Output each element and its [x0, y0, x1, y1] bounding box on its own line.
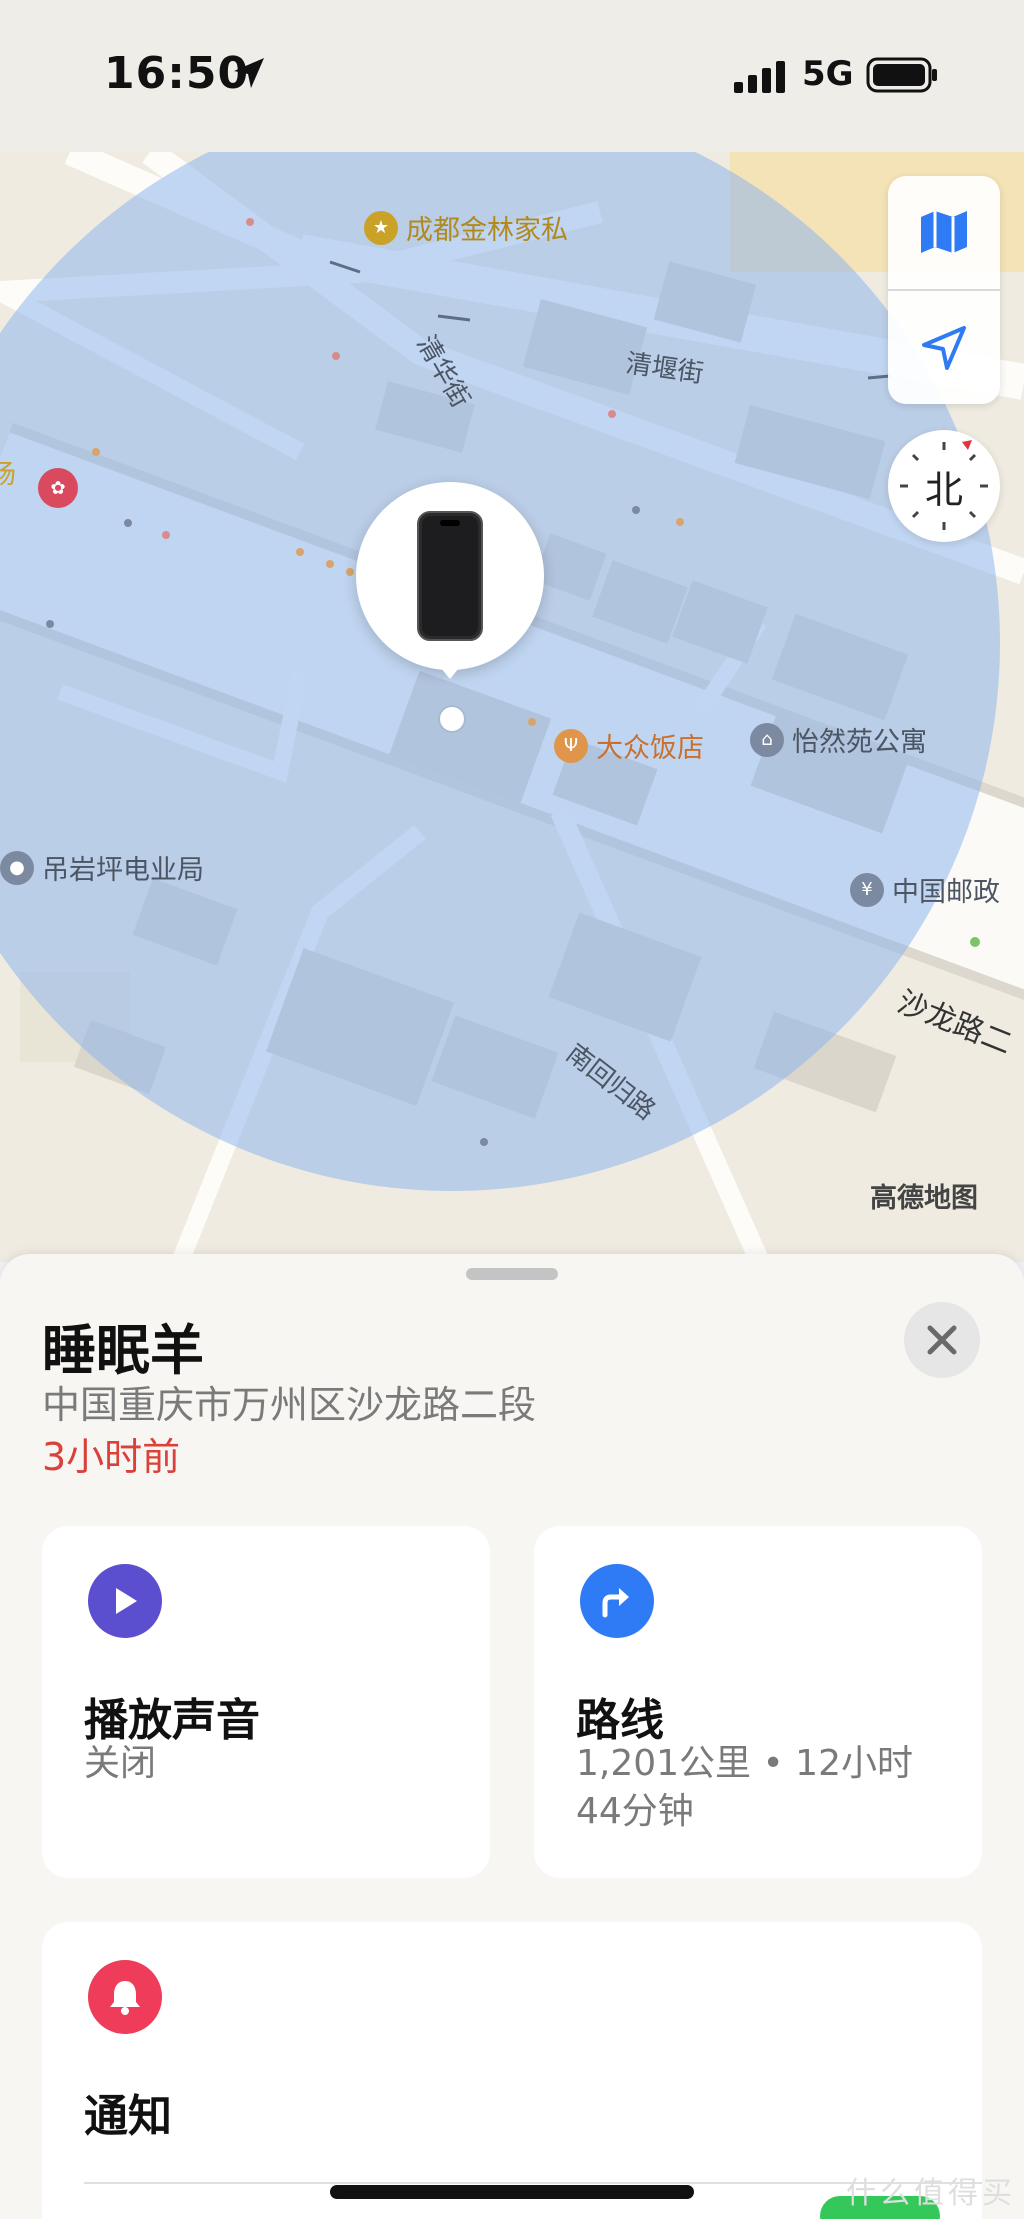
home-indicator[interactable]	[330, 2185, 694, 2199]
poi-label: 吊岩坪电业局	[42, 855, 204, 886]
map-credit: 高德地图	[870, 1183, 978, 1214]
close-button[interactable]	[904, 1302, 980, 1378]
unicom-icon: ✿	[38, 468, 78, 508]
status-time: 16:50	[104, 48, 250, 99]
play-sound-title: 播放声音	[84, 1695, 260, 1746]
locate-arrow-icon	[922, 326, 966, 370]
directions-title: 路线	[576, 1695, 664, 1746]
map-view[interactable]: 清华街 清堰街 南回归路 沙龙路二 场 ★ 成都金林家私 Ψ 大众饭店 ⌂ 怡然…	[0, 152, 1024, 1262]
last-seen-time: 3小时前	[42, 1435, 181, 1479]
pin-tail	[432, 657, 468, 679]
map-background	[0, 152, 1024, 1262]
device-sheet: 睡眠羊 中国重庆市万州区沙龙路二段 3小时前 播放声音 关闭 路线 1,201公…	[0, 1254, 1024, 2219]
signal-bars-icon	[734, 61, 785, 93]
sheet-grabber[interactable]	[466, 1268, 558, 1280]
poi-yiranyuan-apartment[interactable]: ⌂ 怡然苑公寓	[750, 720, 927, 759]
edge-label: 场	[0, 460, 17, 490]
poi-label: 成都金林家私	[406, 215, 568, 246]
map-controls	[888, 176, 1000, 404]
play-icon	[116, 1588, 137, 1614]
status-bar: 16:50 5G	[0, 0, 1024, 152]
poi-label: 怡然苑公寓	[792, 727, 927, 758]
poi-label: 大众饭店	[596, 733, 704, 764]
poi-dazhong-restaurant[interactable]: Ψ 大众饭店	[554, 726, 704, 765]
notifications-card[interactable]: 通知	[42, 1922, 982, 2219]
map-mode-icon	[921, 211, 967, 253]
poi-china-post[interactable]: ¥ 中国邮政	[850, 870, 1000, 909]
iphone-icon	[417, 511, 483, 641]
directions-icon-wrap	[580, 1564, 654, 1638]
map-mode-button[interactable]	[888, 176, 1000, 288]
notifications-icon-wrap	[88, 1960, 162, 2034]
furniture-icon: ★	[364, 210, 398, 245]
house-icon: ⌂	[750, 722, 784, 757]
notifications-title: 通知	[84, 2091, 172, 2142]
poi-chengdu-jinlin[interactable]: ★ 成都金林家私	[364, 208, 568, 247]
directions-distance-time: 1,201公里 • 12小时	[576, 1743, 913, 1784]
building-icon: ●	[0, 850, 34, 885]
play-sound-status: 关闭	[84, 1743, 157, 1784]
location-dot	[440, 707, 464, 731]
device-address: 中国重庆市万州区沙龙路二段	[42, 1383, 537, 1427]
compass-button[interactable]: 北	[888, 430, 1000, 542]
play-sound-icon-wrap	[88, 1564, 162, 1638]
location-arrow-icon	[234, 58, 264, 88]
watermark: 什么值得买	[846, 2176, 1016, 2211]
turn-right-arrow-icon	[602, 1588, 629, 1618]
controls-divider	[888, 289, 1000, 291]
bell-icon	[110, 1981, 140, 2015]
poi-label: 中国邮政	[892, 877, 1000, 908]
directions-card[interactable]: 路线 1,201公里 • 12小时 44分钟	[534, 1526, 982, 1878]
play-sound-card[interactable]: 播放声音 关闭	[42, 1526, 490, 1878]
battery-icon	[866, 57, 937, 93]
directions-time-continued: 44分钟	[576, 1791, 694, 1832]
network-type: 5G	[802, 54, 854, 94]
locate-button[interactable]	[888, 292, 1000, 404]
poi-diaoyanping-power[interactable]: ● 吊岩坪电业局	[0, 848, 204, 887]
fork-knife-icon: Ψ	[554, 728, 588, 763]
device-pin[interactable]	[356, 482, 544, 670]
compass-label: 北	[924, 467, 963, 512]
post-icon: ¥	[850, 872, 884, 907]
poi-unicom[interactable]: ✿	[38, 468, 78, 508]
close-icon	[927, 1325, 957, 1355]
